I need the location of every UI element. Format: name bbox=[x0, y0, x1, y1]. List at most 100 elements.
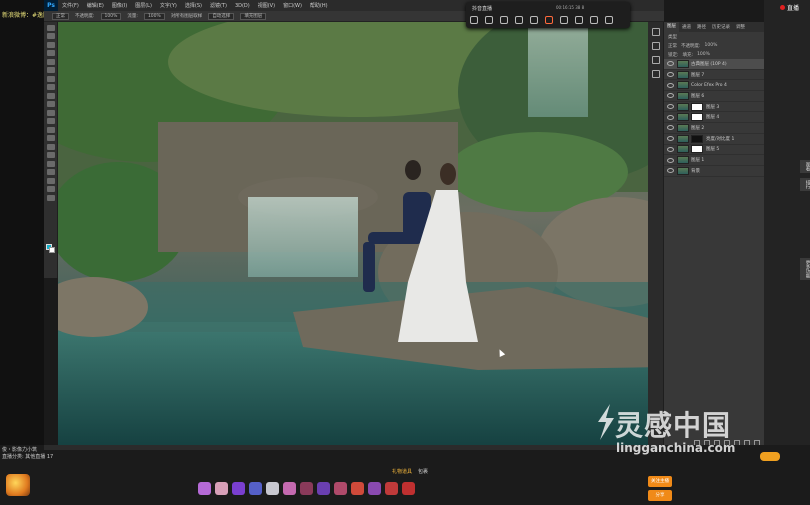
gradient-tool-icon[interactable] bbox=[46, 118, 55, 124]
gift-11-icon[interactable] bbox=[368, 482, 381, 495]
healing-tool-icon[interactable] bbox=[46, 75, 55, 82]
visibility-eye-icon[interactable] bbox=[667, 136, 674, 142]
visibility-eye-icon[interactable] bbox=[667, 157, 674, 163]
menu-window[interactable]: 窗口(W) bbox=[279, 2, 306, 9]
visibility-eye-icon[interactable] bbox=[667, 104, 674, 110]
zoom-tool-icon[interactable] bbox=[46, 186, 55, 192]
path-select-tool-icon[interactable] bbox=[46, 160, 55, 167]
layer-row[interactable]: 图层 1 bbox=[664, 155, 764, 166]
layer-mask-thumbnail[interactable] bbox=[691, 134, 703, 143]
streamer-name[interactable]: 俊・影像力小筑 bbox=[2, 447, 53, 454]
tab-channels[interactable]: 通道 bbox=[679, 24, 694, 30]
layer-row[interactable]: 图层 2 bbox=[664, 123, 764, 134]
layer-row[interactable]: 图层 4 bbox=[664, 112, 764, 124]
menu-file[interactable]: 文件(F) bbox=[58, 2, 83, 9]
menu-edit[interactable]: 编辑(E) bbox=[83, 2, 108, 9]
options-mode[interactable]: 正常 bbox=[52, 12, 69, 20]
shape-tool-icon[interactable] bbox=[46, 169, 55, 175]
gift-6-icon[interactable] bbox=[283, 482, 296, 495]
tab-adjust[interactable]: 调整 bbox=[733, 24, 748, 30]
menu-select[interactable]: 选择(S) bbox=[181, 2, 206, 9]
type-tool-icon[interactable] bbox=[46, 152, 55, 158]
tab-layers[interactable]: 图层 bbox=[664, 22, 679, 32]
layer-row[interactable]: 图层 7 bbox=[664, 70, 764, 81]
visibility-eye-icon[interactable] bbox=[667, 93, 674, 99]
record-icon[interactable] bbox=[545, 16, 553, 24]
gift-tab-bag[interactable]: 包裹 bbox=[418, 468, 428, 475]
layer-opacity-value[interactable]: 100% bbox=[705, 43, 718, 48]
layer-kind-filter[interactable]: 类型 bbox=[668, 34, 677, 40]
fullscreen-icon[interactable] bbox=[590, 16, 598, 24]
gift-4-icon[interactable] bbox=[249, 482, 262, 495]
visibility-eye-icon[interactable] bbox=[667, 125, 674, 131]
rocket-icon[interactable] bbox=[575, 16, 583, 24]
power-icon[interactable] bbox=[470, 16, 478, 24]
gift-12-icon[interactable] bbox=[385, 482, 398, 495]
layer-mask-thumbnail[interactable] bbox=[691, 145, 703, 154]
more-tools-icon[interactable] bbox=[46, 194, 55, 201]
gift-10-icon[interactable] bbox=[351, 482, 364, 495]
options-btn-auto[interactable]: 自动选择 bbox=[208, 12, 235, 20]
menu-3d[interactable]: 3D(D) bbox=[231, 3, 254, 9]
layer-row[interactable]: 图层 6 bbox=[664, 91, 764, 102]
history-brush-tool-icon[interactable] bbox=[46, 101, 55, 107]
gift-1-icon[interactable] bbox=[198, 482, 211, 495]
menu-type[interactable]: 文字(Y) bbox=[156, 2, 181, 9]
brush-tool-icon[interactable] bbox=[46, 84, 55, 90]
gift-8-icon[interactable] bbox=[317, 482, 330, 495]
side-tab-more[interactable]: 更多功能 bbox=[800, 258, 810, 280]
more-settings-icon[interactable] bbox=[605, 16, 613, 24]
stream-chip[interactable] bbox=[760, 452, 780, 461]
gift-13-icon[interactable] bbox=[402, 482, 415, 495]
chat-icon[interactable] bbox=[485, 16, 493, 24]
menu-image[interactable]: 图像(I) bbox=[108, 2, 131, 9]
layer-row[interactable]: 亮度/对比度 1 bbox=[664, 134, 764, 145]
layer-mask-thumbnail[interactable] bbox=[691, 102, 703, 111]
stamp-tool-icon[interactable] bbox=[46, 92, 55, 99]
gift-2-icon[interactable] bbox=[215, 482, 228, 495]
layer-row[interactable]: 图层 3 bbox=[664, 102, 764, 113]
document-canvas[interactable] bbox=[58, 22, 664, 450]
visibility-eye-icon[interactable] bbox=[667, 72, 674, 78]
menu-view[interactable]: 视图(V) bbox=[254, 2, 279, 9]
gift-7-icon[interactable] bbox=[300, 482, 313, 495]
layer-blend-mode[interactable]: 正常 bbox=[668, 43, 677, 49]
settings-icon[interactable] bbox=[560, 16, 568, 24]
lasso-tool-icon[interactable] bbox=[46, 41, 55, 48]
message-icon[interactable] bbox=[500, 16, 508, 24]
share-button[interactable]: 分享 bbox=[648, 490, 672, 501]
layer-row[interactable]: Color Efex Pro 4 bbox=[664, 80, 764, 92]
swatches-panel-icon[interactable] bbox=[651, 70, 660, 78]
menu-layer[interactable]: 图层(L) bbox=[131, 2, 156, 9]
side-tab-watch[interactable]: 观看 bbox=[800, 160, 810, 173]
visibility-eye-icon[interactable] bbox=[667, 82, 674, 88]
color-panel-icon[interactable] bbox=[651, 28, 660, 36]
layer-row[interactable]: 古典图层 (10P 4) bbox=[664, 59, 764, 70]
move-tool-icon[interactable] bbox=[46, 24, 55, 31]
gift-icon[interactable] bbox=[515, 16, 523, 24]
layer-row[interactable]: 图层 5 bbox=[664, 145, 764, 156]
menu-filter[interactable]: 滤镜(T) bbox=[206, 2, 231, 9]
blur-tool-icon[interactable] bbox=[46, 126, 55, 133]
mute-icon[interactable] bbox=[530, 16, 538, 24]
tab-history[interactable]: 历史记录 bbox=[709, 24, 733, 30]
visibility-eye-icon[interactable] bbox=[667, 114, 674, 120]
eyedropper-tool-icon[interactable] bbox=[46, 67, 55, 73]
options-sample-label[interactable]: 对所有图层取样 bbox=[171, 13, 203, 19]
options-opacity[interactable]: 100% bbox=[100, 12, 122, 20]
visibility-eye-icon[interactable] bbox=[667, 61, 674, 67]
visibility-eye-icon[interactable] bbox=[667, 168, 674, 174]
tab-paths[interactable]: 路径 bbox=[694, 24, 709, 30]
hand-tool-icon[interactable] bbox=[46, 177, 55, 184]
dodge-tool-icon[interactable] bbox=[46, 135, 55, 141]
eraser-tool-icon[interactable] bbox=[46, 109, 55, 116]
pen-tool-icon[interactable] bbox=[46, 143, 55, 150]
paths-panel-icon[interactable] bbox=[651, 56, 660, 64]
visibility-eye-icon[interactable] bbox=[667, 146, 674, 152]
layer-mask-thumbnail[interactable] bbox=[691, 113, 703, 122]
gift-5-icon[interactable] bbox=[266, 482, 279, 495]
options-btn-fill[interactable]: 填充图层 bbox=[240, 12, 267, 20]
layer-fill-value[interactable]: 100% bbox=[697, 52, 710, 57]
gift-9-icon[interactable] bbox=[334, 482, 347, 495]
treasure-chest-icon[interactable] bbox=[6, 474, 30, 496]
